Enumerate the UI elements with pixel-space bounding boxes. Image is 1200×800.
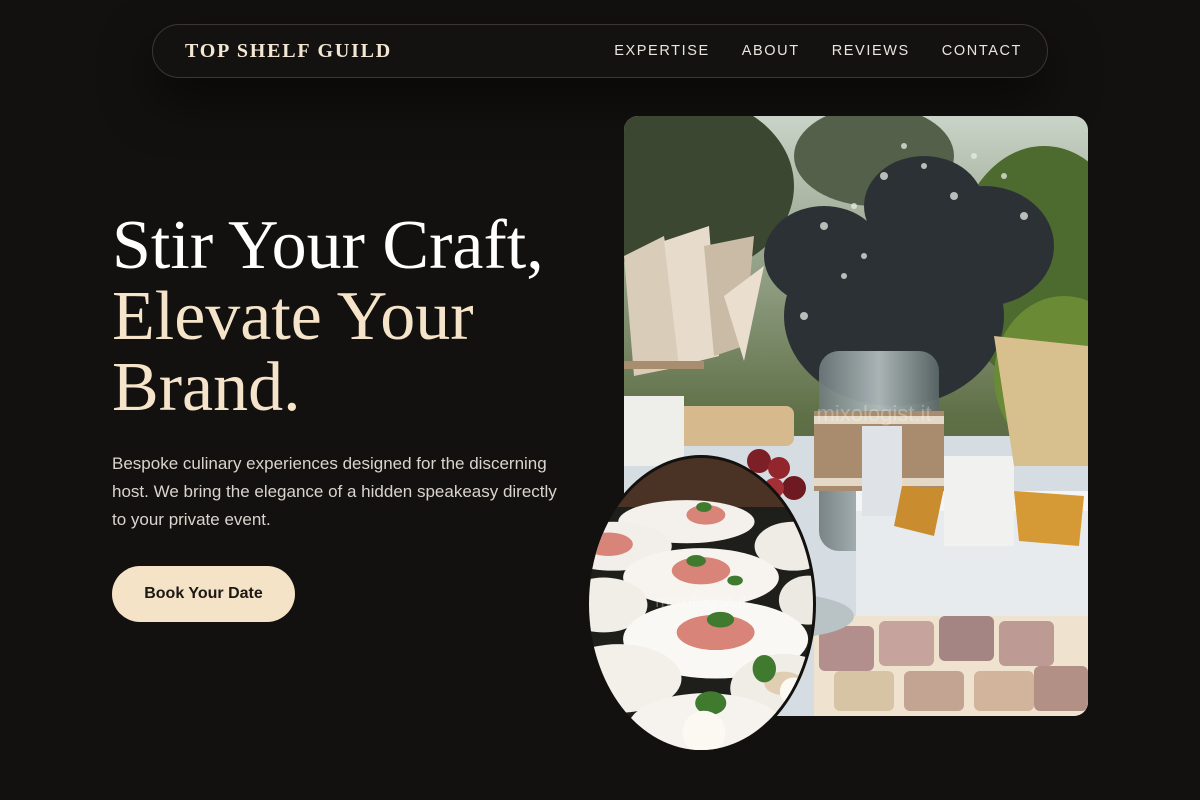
hero-title-line-3: Brand. bbox=[112, 349, 301, 426]
hero-description: Bespoke culinary experiences designed fo… bbox=[112, 454, 557, 529]
nav-link-contact[interactable]: CONTACT bbox=[942, 43, 1022, 59]
hero-title-line-2: Elevate Your bbox=[112, 278, 474, 355]
nav-link-expertise[interactable]: EXPERTISE bbox=[614, 43, 710, 59]
main-photo-watermark: mixologist.it bbox=[817, 401, 932, 426]
page: TOP SHELF GUILD EXPERTISE ABOUT REVIEWS … bbox=[0, 0, 1200, 800]
nav-links: EXPERTISE ABOUT REVIEWS CONTACT bbox=[614, 43, 1022, 59]
top-navigation: TOP SHELF GUILD EXPERTISE ABOUT REVIEWS … bbox=[152, 24, 1048, 78]
nav-link-reviews[interactable]: REVIEWS bbox=[832, 43, 910, 59]
plated-appetizers-illustration: mixologist.it bbox=[589, 458, 813, 750]
plated-appetizers-photo: mixologist.it bbox=[586, 455, 816, 753]
hero-title-line-1: Stir Your Craft, bbox=[112, 207, 544, 284]
oval-photo-watermark: mixologist.it bbox=[655, 591, 747, 611]
brand-logo[interactable]: TOP SHELF GUILD bbox=[185, 40, 392, 63]
book-your-date-button[interactable]: Book Your Date bbox=[112, 566, 295, 622]
hero-title: Stir Your Craft, Elevate Your Brand. bbox=[112, 210, 612, 423]
nav-link-about[interactable]: ABOUT bbox=[742, 43, 800, 59]
